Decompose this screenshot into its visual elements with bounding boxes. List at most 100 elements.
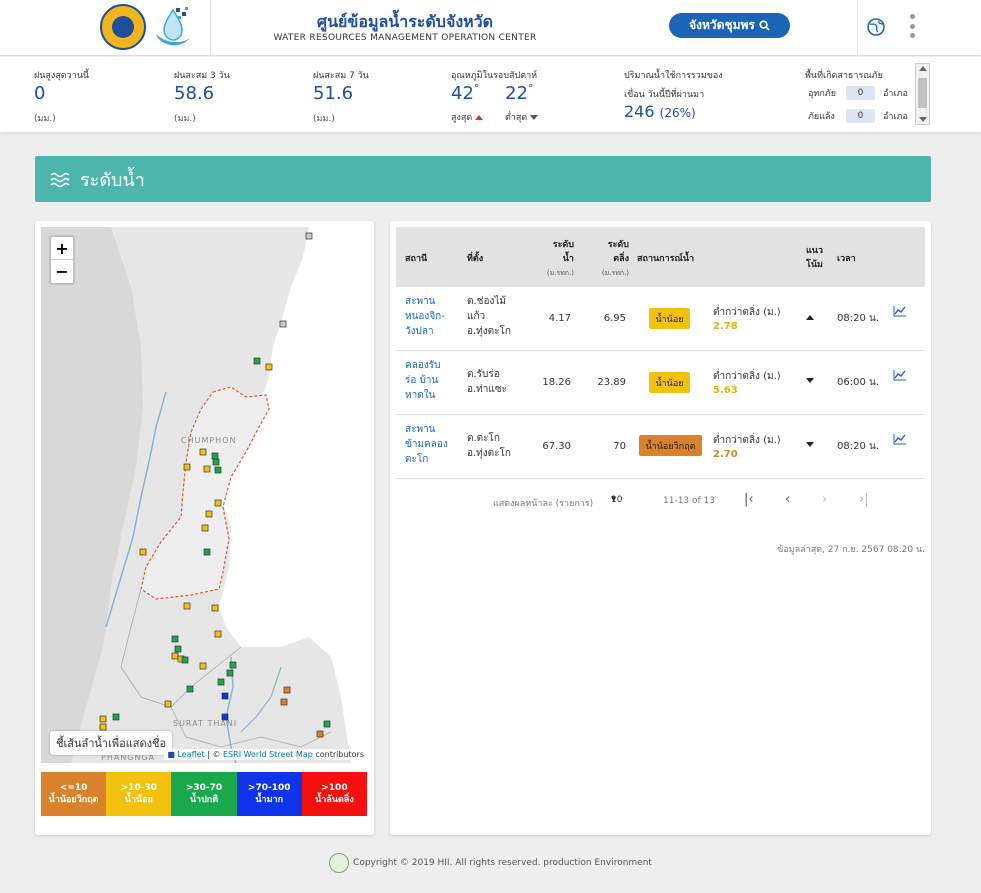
station-marker	[205, 510, 213, 518]
station-marker	[201, 524, 209, 532]
row-diff-label: ต่ำกว่าตลิ่ง (ม.)	[713, 371, 781, 382]
copyright-text: Copyright © 2019 HII. All rights reserve…	[353, 858, 652, 868]
globe-icon[interactable]	[866, 17, 886, 37]
next-page-button[interactable]: ›	[822, 492, 827, 507]
zoom-in-button[interactable]: +	[51, 237, 73, 260]
station-marker	[199, 448, 207, 456]
th-location[interactable]: ที่ตั้ง	[467, 251, 483, 265]
last-updated: ข้อมูลล่าสุด, 27 ก.ย. 2567 08:20 น.	[777, 545, 925, 555]
prev-page-button[interactable]: ‹	[785, 492, 790, 507]
row-status-badge: น้ำน้อย	[649, 308, 690, 329]
map-canvas[interactable]: CHUMPHON SURAT THANI PHANGNGA + − ชี้เส้…	[41, 227, 367, 763]
th-level-2: น้ำ	[562, 254, 574, 264]
search-icon	[759, 20, 770, 31]
row-diff-value: 5.63	[713, 385, 738, 396]
legend-normal: >30-70 น้ำปกติ	[171, 772, 237, 816]
station-marker	[211, 604, 219, 612]
th-time[interactable]: เวลา	[837, 251, 856, 265]
rain-today-value: 0	[34, 83, 46, 104]
th-trend: แนว	[806, 246, 824, 256]
station-marker	[212, 458, 220, 466]
row-diff-label: ต่ำกว่าตลิ่ง (ม.)	[713, 435, 781, 446]
station-marker	[253, 357, 261, 365]
rain-7day-unit: (มม.)	[313, 114, 335, 124]
more-menu-icon[interactable]	[905, 12, 919, 40]
drought-count: 0	[846, 109, 875, 123]
first-page-button[interactable]: |‹	[744, 492, 754, 507]
row-diff-value: 2.78	[713, 321, 738, 332]
th-bank[interactable]: ระดับ	[602, 237, 629, 251]
disaster-scrollbar[interactable]	[915, 63, 930, 125]
th-trend-2: โน้ม	[806, 260, 823, 270]
rain-3day-value: 58.6	[174, 83, 215, 104]
station-marker	[99, 723, 107, 731]
row-time: 06:00 น.	[837, 377, 880, 388]
temp-high-label: สูงสุด	[451, 110, 484, 124]
province-logo	[100, 4, 146, 50]
section-header: ระดับน้ำ	[35, 156, 931, 202]
station-marker	[221, 692, 229, 700]
station-marker	[203, 548, 211, 556]
row-bank: 6.95	[603, 313, 626, 324]
row-level: 67.30	[542, 441, 571, 452]
rain-today-label: ฝนสูงสุดวานนี้	[34, 71, 90, 81]
per-page-label: แสดงผลหน้าละ (รายการ)	[493, 499, 594, 509]
disaster-row-drought: ภัยแล้ง 0 อำเภอ	[808, 109, 908, 123]
row-status-badge: น้ำน้อยวิกฤต	[639, 435, 702, 456]
table-panel: สถานี ที่ตั้ง ระดับ น้ำ (ม.รทก.) ระดับ ต…	[390, 221, 931, 835]
row-location: ต.ตะโก อ.ทุ่งตะโก	[467, 433, 511, 459]
row-status-badge: น้ำน้อย	[649, 372, 690, 393]
row-bank: 23.89	[597, 377, 626, 388]
station-marker	[283, 686, 291, 694]
dam-label-2: เขื่อน วันนี้ปีที่ผ่านมา	[624, 90, 705, 100]
station-marker	[265, 363, 273, 371]
station-marker	[226, 669, 234, 677]
th-situation[interactable]: สถานการณ์น้ำ	[637, 251, 694, 265]
station-marker	[280, 698, 288, 706]
leaflet-link[interactable]: Leaflet	[177, 750, 204, 759]
chart-icon[interactable]	[893, 305, 907, 317]
header-divider-right	[857, 0, 858, 56]
arrow-down-icon	[530, 114, 539, 120]
th-level[interactable]: ระดับ	[548, 237, 574, 251]
row-station[interactable]: คลองรับ ร่อ บ้าน หาดใน	[405, 358, 440, 403]
station-marker	[229, 661, 237, 669]
row-station[interactable]: สะพาน ข้ามคลอง ตะโก	[405, 422, 448, 467]
dam-label-1: ปริมาณน้ำใช้การรวมของ	[624, 71, 723, 81]
legend-high: >70-100 น้ำมาก	[236, 772, 302, 816]
esri-link[interactable]: ESRI World Street Map	[223, 750, 313, 759]
th-bank-unit: (ม.รทก.)	[601, 269, 629, 277]
province-select-button[interactable]: จังหวัดชุมพร	[669, 13, 790, 38]
station-marker	[214, 499, 222, 507]
table-row[interactable]: สะพาน หนองจิก- วังปลา ต.ช่องไม้ แก้ว อ.ทุ่งต…	[396, 287, 925, 351]
zoom-out-button[interactable]: −	[51, 260, 73, 283]
station-marker	[323, 720, 331, 728]
site-title: ศูนย์ข้อมูลน้ำระดับจังหวัด	[316, 12, 494, 31]
table-row[interactable]: คลองรับ ร่อ บ้าน หาดใน ต.รับร่อ อ.ท่าแซะ 18…	[396, 351, 925, 415]
station-marker	[279, 320, 287, 328]
station-marker	[171, 652, 179, 660]
row-level: 18.26	[542, 377, 571, 388]
table-row[interactable]: สะพาน ข้ามคลอง ตะโก ต.ตะโก อ.ทุ่งตะโก 67.30…	[396, 415, 925, 479]
row-station[interactable]: สะพาน หนองจิก- วังปลา	[405, 294, 445, 339]
station-marker	[183, 463, 191, 471]
row-time: 08:20 น.	[837, 313, 880, 324]
row-location: ต.รับร่อ อ.ท่าแซะ	[467, 369, 507, 395]
last-page-button[interactable]: ›|	[859, 492, 869, 507]
chart-icon[interactable]	[893, 369, 907, 381]
temp-label: อุณหภูมิในรอบสัปดาห์	[451, 71, 538, 81]
row-bank: 70	[613, 441, 626, 452]
trend-down-icon	[806, 378, 814, 383]
footer: Copyright © 2019 HII. All rights reserve…	[0, 853, 981, 873]
pagination: แสดงผลหน้าละ (รายการ) 10 ▼ 11-13 of 13 |…	[493, 492, 869, 509]
station-marker	[305, 232, 313, 240]
disaster-label: พื้นที่เกิดสาธารณภัย	[805, 71, 883, 81]
station-markers[interactable]	[41, 227, 367, 763]
row-level: 4.17	[548, 313, 571, 324]
table-header: สถานี ที่ตั้ง ระดับ น้ำ (ม.รทก.) ระดับ ต…	[396, 227, 925, 287]
rain-7day-label: ฝนสะสม 7 วัน	[313, 71, 369, 81]
station-marker	[181, 656, 189, 664]
chart-icon[interactable]	[893, 433, 907, 445]
th-bank-2: ตลิ่ง	[613, 254, 629, 264]
th-station[interactable]: สถานี	[405, 251, 427, 265]
